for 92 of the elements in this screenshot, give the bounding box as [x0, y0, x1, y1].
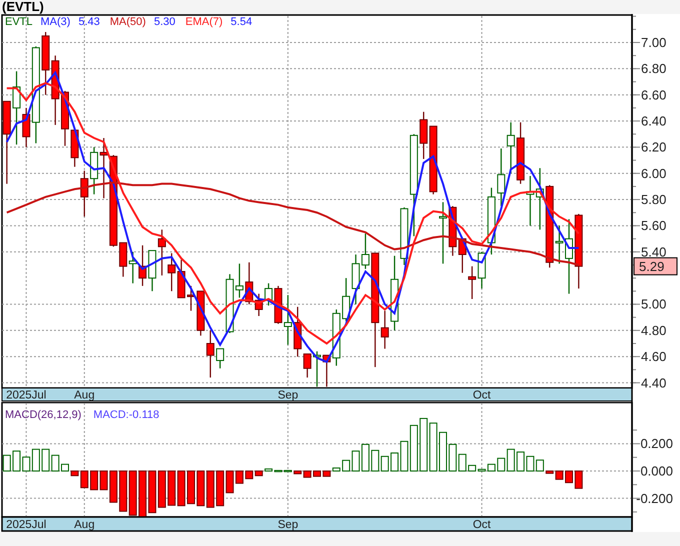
candlestick — [458, 238, 466, 273]
candlestick — [138, 245, 147, 286]
histogram-bar — [420, 418, 428, 472]
price-axis-label: 6.60 — [641, 87, 666, 102]
price-axis-label: 4.80 — [641, 322, 666, 338]
histogram-bar — [526, 456, 534, 472]
histogram-bar — [574, 470, 583, 489]
histogram-bar — [361, 444, 370, 472]
price-axis-label: 4.60 — [641, 349, 666, 364]
histogram-bar — [128, 470, 137, 516]
histogram-bar — [177, 470, 186, 506]
candlestick — [439, 202, 447, 264]
date-axis-label: Oct — [472, 519, 491, 531]
candlestick — [42, 32, 50, 95]
candlestick — [313, 351, 321, 387]
candlestick — [526, 176, 534, 226]
candlestick — [497, 148, 506, 206]
date-axis-label: Oct — [472, 390, 491, 402]
date-axis-label: Aug — [74, 390, 95, 402]
candlestick — [128, 252, 137, 284]
candlestick — [352, 254, 360, 304]
chart-title: (EVTL) — [2, 0, 44, 14]
symbol-label: EVTL — [5, 16, 33, 28]
candlestick — [187, 286, 195, 311]
histogram-bar — [12, 450, 21, 472]
indicator-value: 5.43 — [78, 16, 100, 28]
price-axis-label: 6.80 — [641, 61, 666, 76]
histogram-bar — [187, 470, 195, 504]
candlestick — [80, 170, 88, 217]
price-axis-label: 7.00 — [641, 34, 666, 50]
date-axis-label: 2025Jul — [6, 519, 46, 531]
candlestick — [468, 266, 476, 299]
indicator-name: MA(50) — [110, 16, 146, 28]
indicator-name: EMA(7) — [185, 16, 223, 28]
histogram-bar — [196, 470, 205, 506]
indicator-name: MACD(26,12,9) — [5, 409, 82, 421]
date-axis-label: Sep — [278, 519, 298, 531]
price-axis-label: 5.80 — [641, 192, 666, 208]
candlestick — [506, 122, 515, 174]
candlestick — [61, 90, 69, 146]
macd-axis-label: -0.200 — [636, 490, 673, 506]
candlestick — [361, 234, 370, 269]
histogram-bar — [138, 470, 147, 518]
candlestick — [51, 56, 60, 125]
candlestick — [168, 253, 176, 292]
date-axis-label: 2025Jul — [6, 390, 46, 402]
histogram-bar — [429, 422, 438, 472]
histogram-bar — [565, 470, 573, 484]
candlestick — [90, 147, 98, 194]
price-axis-label: 4.40 — [641, 375, 666, 390]
candlestick — [70, 130, 79, 167]
candlestick — [148, 250, 156, 292]
date-axis-label: Sep — [278, 390, 298, 402]
last-price-label: 5.29 — [639, 258, 664, 274]
candlestick — [177, 260, 186, 298]
candlestick — [516, 122, 525, 184]
histogram-bar — [313, 470, 321, 477]
macd-axis-label: 0.000 — [640, 464, 673, 478]
histogram-bar — [61, 464, 69, 472]
histogram-bar — [119, 470, 128, 512]
histogram-bar — [439, 432, 447, 472]
histogram-bar — [158, 470, 166, 508]
macd-axis-label: 0.200 — [640, 436, 673, 452]
histogram-bar — [206, 470, 214, 508]
candlestick — [284, 295, 292, 345]
price-axis-label: 5.40 — [641, 244, 666, 260]
histogram-bar — [148, 470, 156, 514]
histogram-bar — [516, 452, 525, 472]
histogram-bar — [371, 450, 380, 472]
indicator-value: 5.54 — [230, 16, 252, 28]
indicator-value: 5.30 — [154, 16, 176, 28]
histogram-bar — [42, 448, 50, 472]
price-axis-label: 5.60 — [641, 218, 666, 234]
candlestick — [536, 168, 544, 230]
histogram-bar — [90, 470, 98, 490]
price-axis-label: 5.00 — [641, 296, 666, 312]
candlestick — [206, 330, 214, 378]
histogram-bar — [380, 456, 389, 472]
candlestick — [342, 278, 350, 322]
candlestick — [158, 230, 166, 276]
price-axis-label: 6.00 — [641, 166, 666, 181]
histogram-bar — [51, 454, 60, 472]
histogram-bar — [536, 460, 544, 472]
date-axis-label: Aug — [74, 519, 95, 531]
candlestick — [216, 348, 224, 368]
indicator-name: MA(3) — [40, 16, 70, 28]
indicator-value: MACD:-0.118 — [93, 409, 160, 421]
histogram-bar — [2, 454, 11, 472]
price-axis-label: 6.20 — [641, 140, 666, 155]
candlestick — [119, 242, 128, 277]
price-axis-label: 6.40 — [641, 114, 666, 128]
histogram-bar — [168, 470, 176, 506]
